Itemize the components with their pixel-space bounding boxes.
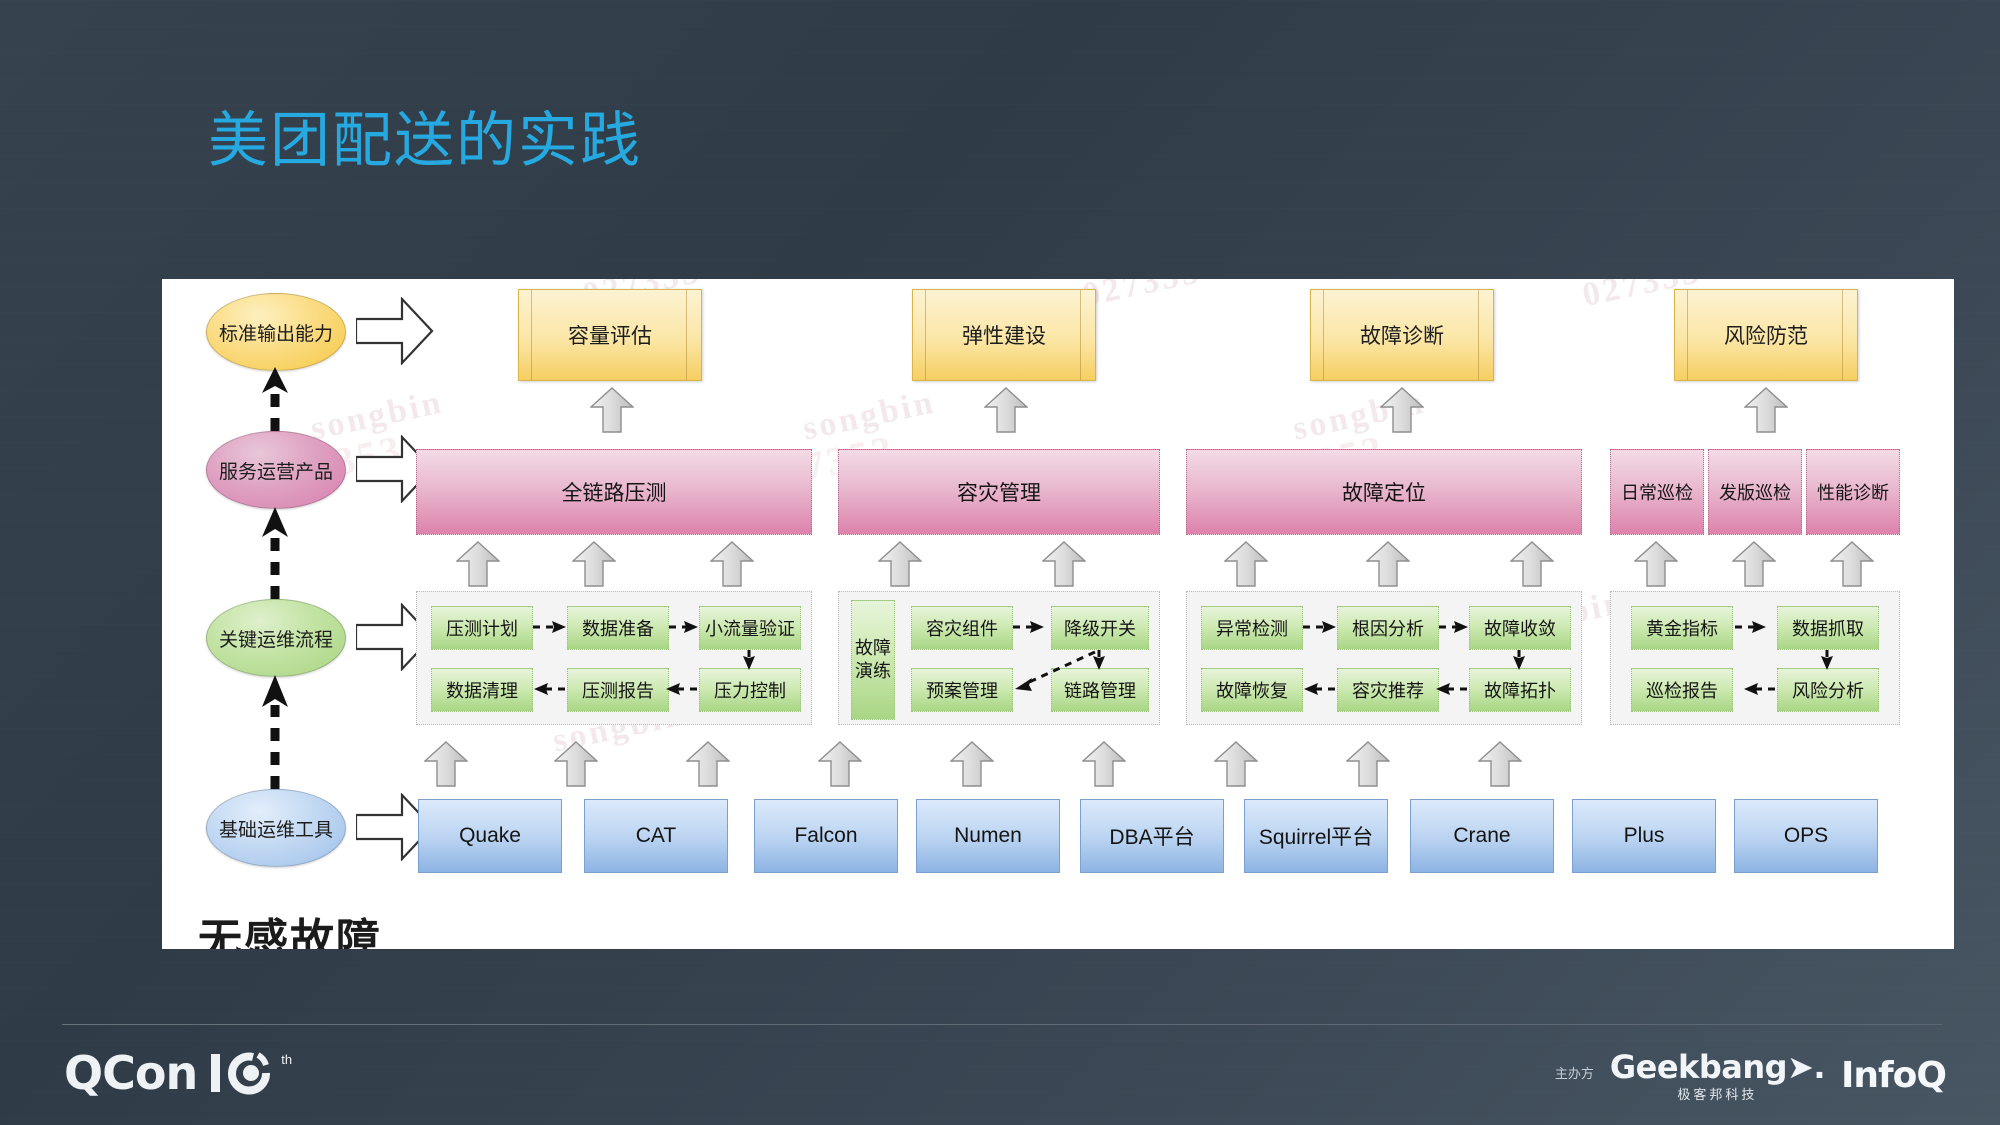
up-arrow-icon [424, 741, 468, 787]
product-bar-label: 全链路压测 [561, 481, 667, 505]
footer-divider [62, 1024, 1942, 1025]
product-bar-label: 容灾管理 [957, 481, 1041, 505]
product-bar-disaster-recovery[interactable]: 容灾管理 [838, 449, 1160, 535]
up-arrow-icon [950, 741, 994, 787]
product-bar-label: 日常巡检 [1621, 483, 1693, 504]
product-bar-daily-inspection[interactable]: 日常巡检 [1610, 449, 1704, 535]
up-arrow-icon [1380, 387, 1424, 433]
dashed-connector-up-3 [262, 675, 288, 789]
capability-card-label: 故障诊断 [1360, 324, 1444, 348]
qcon-logo: QCon th [64, 1046, 292, 1100]
process-group-fault-location: 异常检测 根因分析 故障收敛 故障恢复 容灾推荐 故障拓扑 [1186, 591, 1582, 725]
layer-label: 服务运营产品 [218, 460, 333, 483]
diagram-panel: 027353 027353 027353 songbin 027353 song… [162, 279, 1954, 949]
capability-card-label: 风险防范 [1724, 324, 1808, 348]
up-arrow-icon [1346, 741, 1390, 787]
up-arrow-icon [818, 741, 862, 787]
up-arrow-icon [1082, 741, 1126, 787]
up-arrow-icon [1478, 741, 1522, 787]
process-flow-arrows [1013, 621, 1105, 691]
host-label: 主办方 [1554, 1067, 1594, 1083]
process-group-disaster-recovery: 故障 演练 容灾组件 降级开关 预案管理 链路管理 [838, 591, 1160, 725]
process-flow-arrows [1303, 621, 1525, 695]
tool-card-quake[interactable]: Quake [418, 799, 562, 873]
up-arrow-icon [456, 541, 500, 587]
dashed-connector-up-2 [262, 507, 288, 599]
tool-card-ops[interactable]: OPS [1734, 799, 1878, 873]
up-arrow-icon [554, 741, 598, 787]
product-bar-performance-diagnosis[interactable]: 性能诊断 [1806, 449, 1900, 535]
tool-card-numen[interactable]: Numen [916, 799, 1060, 873]
tool-card-plus[interactable]: Plus [1572, 799, 1716, 873]
block-arrow-right-1 [356, 297, 434, 365]
up-arrow-icon [1214, 741, 1258, 787]
geekbang-cn-name: 极客邦科技 [1677, 1088, 1758, 1103]
layer-label: 基础运维工具 [218, 818, 333, 841]
process-flow-arrows [1735, 621, 1833, 695]
geekbang-logo: Geekbang➤. 极客邦科技 [1609, 1048, 1826, 1103]
watermark-text: songbin [799, 383, 939, 448]
qcon-anniversary-mark: th [209, 1048, 292, 1098]
tool-card-crane[interactable]: Crane [1410, 799, 1554, 873]
up-arrow-icon [878, 541, 922, 587]
process-group-inspection: 黄金指标 数据抓取 巡检报告 风险分析 [1610, 591, 1900, 725]
up-arrow-icon [686, 741, 730, 787]
up-arrow-icon [1042, 541, 1086, 587]
up-arrow-icon [1224, 541, 1268, 587]
tool-card-dba[interactable]: DBA平台 [1080, 799, 1224, 873]
layer-ellipse-base-tools: 基础运维工具 [206, 789, 346, 867]
tool-card-falcon[interactable]: Falcon [754, 799, 898, 873]
footer-sponsors: 主办方 Geekbang➤. 极客邦科技 InfoQ [1554, 1048, 1947, 1103]
capability-card-capacity[interactable]: 容量评估 [518, 289, 702, 381]
layer-label: 标准输出能力 [218, 322, 333, 345]
infoq-wordmark: InfoQ [1840, 1055, 1947, 1096]
up-arrow-icon [1366, 541, 1410, 587]
anniversary-ring-icon [211, 1052, 271, 1095]
clipped-bottom-text: 无感故障 [198, 915, 382, 949]
up-arrow-icon [1732, 541, 1776, 587]
product-bar-label: 性能诊断 [1817, 483, 1889, 504]
tool-card-cat[interactable]: CAT [584, 799, 728, 873]
product-bar-label: 发版巡检 [1719, 483, 1791, 504]
page-title: 美团配送的实践 [208, 106, 642, 176]
product-bar-label: 故障定位 [1342, 481, 1426, 505]
dashed-connector-up-1 [262, 367, 288, 431]
layer-label: 关键运维流程 [218, 628, 333, 651]
geekbang-wordmark: Geekbang➤. [1609, 1048, 1826, 1086]
capability-card-risk-prevention[interactable]: 风险防范 [1674, 289, 1858, 381]
qcon-wordmark: QCon [64, 1046, 198, 1100]
up-arrow-icon [1634, 541, 1678, 587]
qcon-superscript: th [281, 1052, 293, 1067]
up-arrow-icon [590, 387, 634, 433]
capability-card-label: 弹性建设 [962, 324, 1046, 348]
up-arrow-icon [1510, 541, 1554, 587]
process-group-pressure-test: 压测计划 数据准备 小流量验证 数据清理 压测报告 压力控制 [416, 591, 812, 725]
layer-ellipse-key-process: 关键运维流程 [206, 599, 346, 677]
capability-card-fault-diagnosis[interactable]: 故障诊断 [1310, 289, 1494, 381]
up-arrow-icon [572, 541, 616, 587]
up-arrow-icon [1744, 387, 1788, 433]
product-bar-fault-location[interactable]: 故障定位 [1186, 449, 1582, 535]
product-bar-full-link-pressure-test[interactable]: 全链路压测 [416, 449, 812, 535]
up-arrow-icon [984, 387, 1028, 433]
tool-card-squirrel[interactable]: Squirrel平台 [1244, 799, 1388, 873]
up-arrow-icon [1830, 541, 1874, 587]
watermark-text: 027353 [1079, 279, 1205, 315]
capability-card-elastic[interactable]: 弹性建设 [912, 289, 1096, 381]
up-arrow-icon [710, 541, 754, 587]
capability-card-label: 容量评估 [568, 324, 652, 348]
layer-ellipse-standard-output: 标准输出能力 [206, 293, 346, 371]
process-flow-arrows [533, 621, 755, 695]
product-bar-release-inspection[interactable]: 发版巡检 [1708, 449, 1802, 535]
layer-ellipse-service-product: 服务运营产品 [206, 431, 346, 509]
